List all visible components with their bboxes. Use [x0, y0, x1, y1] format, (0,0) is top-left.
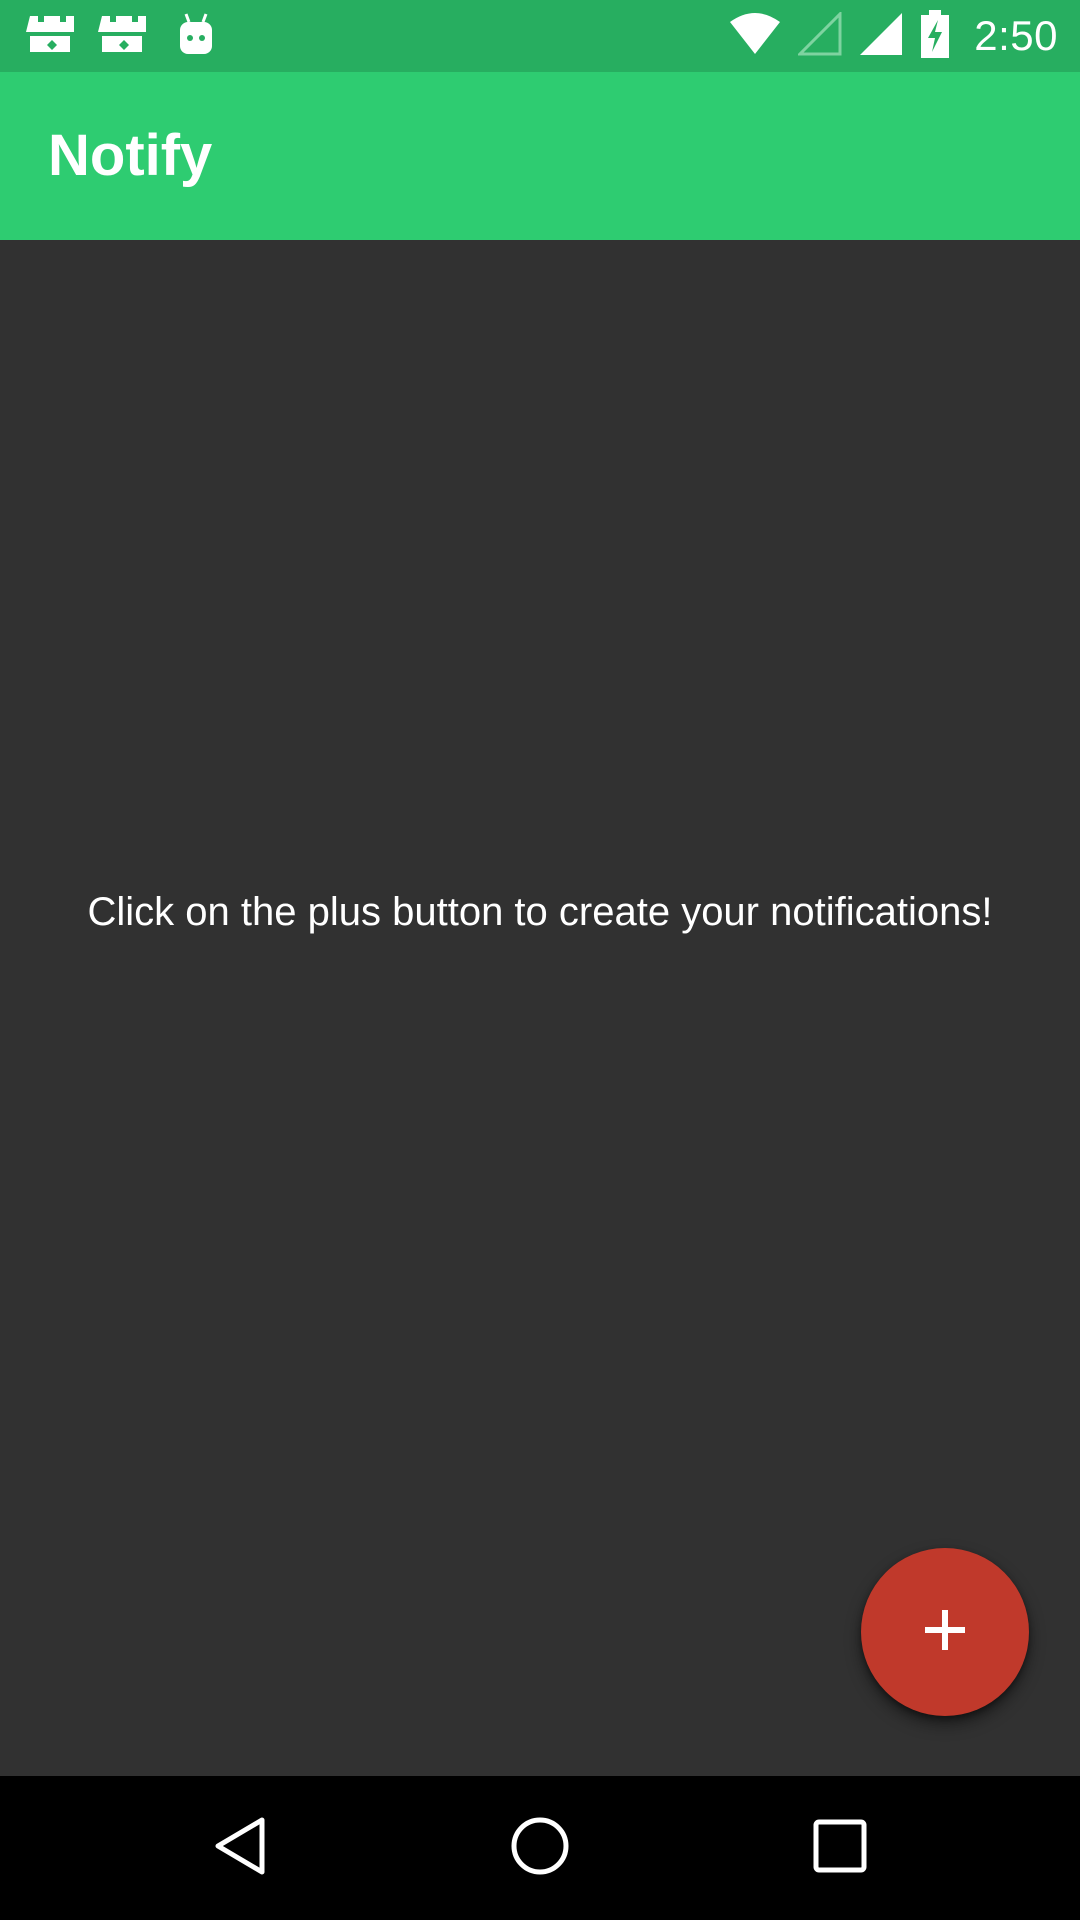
castle-notification-icon: [26, 10, 78, 62]
notification-icons: [26, 10, 242, 62]
plus-icon: [923, 1608, 967, 1657]
battery-charging-icon: [920, 9, 950, 63]
recents-button[interactable]: [804, 1812, 876, 1884]
back-button[interactable]: [204, 1812, 276, 1884]
home-button[interactable]: [504, 1812, 576, 1884]
signal-full-icon: [858, 11, 904, 62]
add-notification-button[interactable]: [861, 1548, 1029, 1716]
status-time: 2:50: [974, 12, 1058, 59]
wifi-icon: [728, 12, 782, 61]
signal-empty-icon: [796, 9, 842, 61]
system-icons: 2:50: [712, 0, 1058, 72]
status-bar: 2:50: [0, 0, 1080, 72]
screen: 2:50 Notify Click on the plus button to …: [0, 0, 1080, 1920]
app-bar: Notify: [0, 72, 1080, 240]
empty-state-message: Click on the plus button to create your …: [87, 890, 993, 934]
castle-notification-icon: [98, 10, 150, 62]
main-content: Click on the plus button to create your …: [0, 240, 1080, 1776]
recents-icon: [812, 1818, 868, 1879]
back-icon: [210, 1816, 270, 1881]
navigation-bar: [0, 1776, 1080, 1920]
app-title: Notify: [48, 123, 213, 188]
android-robot-icon: [170, 10, 222, 62]
home-icon: [510, 1816, 570, 1881]
